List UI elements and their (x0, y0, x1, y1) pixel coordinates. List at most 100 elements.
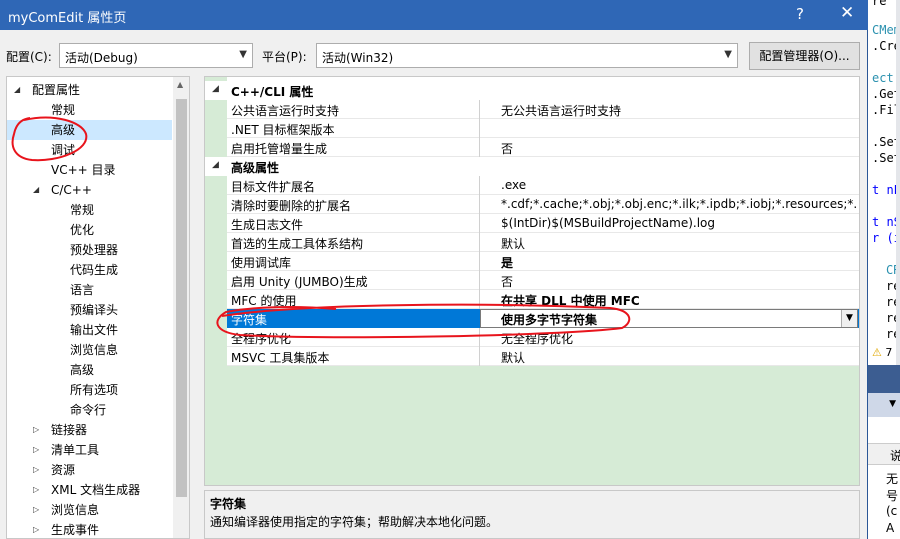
property-row[interactable]: 首选的生成工具体系结构 默认 (227, 233, 859, 252)
tree-item-label: 配置属性 (32, 83, 81, 97)
property-row[interactable]: 字符集 使用多字节字符集 ▼ (227, 309, 859, 328)
tree-item-label: VC++ 目录 (51, 163, 116, 177)
tree-item[interactable]: 高级 (7, 120, 172, 140)
help-button[interactable]: ? (796, 5, 804, 23)
tree-item[interactable]: 语言 (7, 280, 173, 300)
platform-select[interactable]: 活动(Win32) ▼ (316, 43, 738, 68)
tree-item[interactable]: ▷ XML 文档生成器 (7, 480, 173, 500)
tree-item-label: 代码生成 (70, 263, 119, 277)
output-column-header: 说 (868, 443, 900, 465)
tree-item[interactable]: ◢ C/C++ (7, 180, 173, 200)
editor-scrollbar[interactable] (896, 0, 900, 365)
tree-item-label: 链接器 (51, 423, 88, 437)
tree-item[interactable]: 预编译头 (7, 300, 173, 320)
property-name: 清除时要删除的扩展名 (231, 199, 352, 213)
collapse-arrow-icon[interactable]: ◢ (212, 160, 219, 170)
property-value: 默认 (501, 237, 526, 251)
tree-item-label: XML 文档生成器 (51, 483, 141, 497)
property-value: 否 (501, 142, 514, 156)
platform-label: 平台(P): (262, 50, 307, 64)
tree-item[interactable]: VC++ 目录 (7, 160, 173, 180)
property-name: .NET 目标框架版本 (231, 123, 335, 137)
tree-item[interactable]: ◢ 配置属性 (7, 80, 173, 100)
property-row[interactable]: 公共语言运行时支持 无公共语言运行时支持 (227, 100, 859, 119)
tree-item[interactable]: 高级 (7, 360, 173, 380)
property-row[interactable]: 启用托管增量生成 否 (227, 138, 859, 157)
column-separator (479, 347, 480, 366)
property-row[interactable]: 启用 Unity (JUMBO)生成 否 (227, 271, 859, 290)
config-select[interactable]: 活动(Debug) ▼ (59, 43, 253, 68)
column-separator (479, 138, 480, 157)
chevron-down-icon[interactable]: ▼ (841, 310, 857, 327)
tree-item[interactable]: ▷ 浏览信息 (7, 500, 173, 520)
tree-item[interactable]: 所有选项 (7, 380, 173, 400)
tree-item-label: 清单工具 (51, 443, 100, 457)
settings-tree: ◢ 配置属性 常规 高级 调试 VC++ 目录 ◢ C/C++ 常规 优化 预处理器 代码生成 语言 预编… (6, 76, 190, 539)
property-name: 目标文件扩展名 (231, 180, 316, 194)
scroll-up-icon[interactable]: ▲ (177, 80, 183, 89)
output-source-combo[interactable]: ▼ (868, 393, 900, 417)
expanded-arrow-icon[interactable]: ◢ (33, 180, 39, 200)
property-row[interactable]: 清除时要删除的扩展名 *.cdf;*.cache;*.obj;*.obj.enc;… (227, 195, 859, 214)
property-category[interactable]: ◢ 高级属性 (205, 157, 859, 176)
tree-item[interactable]: 预处理器 (7, 240, 173, 260)
tree-item[interactable]: ▷ 生成事件 (7, 520, 173, 538)
collapsed-arrow-icon[interactable]: ▷ (33, 520, 39, 538)
tree-item[interactable]: 输出文件 (7, 320, 173, 340)
collapsed-arrow-icon[interactable]: ▷ (33, 440, 39, 460)
column-separator (479, 195, 480, 214)
property-row[interactable]: 全程序优化 无全程序优化 (227, 328, 859, 347)
property-name: MFC 的使用 (231, 294, 297, 308)
tree-item[interactable]: 常规 (7, 200, 173, 220)
tree-item[interactable]: 优化 (7, 220, 173, 240)
property-name: 启用托管增量生成 (231, 142, 328, 156)
output-panel-titlebar (868, 365, 900, 393)
tree-item[interactable]: ▷ 链接器 (7, 420, 173, 440)
warning-indicator[interactable]: ⚠ 7 (872, 346, 892, 359)
config-select-value: 活动(Debug) (65, 51, 138, 65)
tree-scrollbar[interactable]: ▲ (173, 77, 189, 538)
property-row[interactable]: 生成日志文件 $(IntDir)$(MSBuildProjectName).log (227, 214, 859, 233)
grid-gutter (205, 77, 227, 485)
property-value: .exe (501, 178, 527, 192)
tree-item[interactable]: 命令行 (7, 400, 173, 420)
property-name: 全程序优化 (231, 332, 292, 346)
configuration-manager-button[interactable]: 配置管理器(O)... (749, 42, 860, 70)
tree-item[interactable]: 调试 (7, 140, 173, 160)
title-bar: myComEdit 属性页 ? ✕ (0, 0, 868, 30)
property-row[interactable]: 使用调试库 是 (227, 252, 859, 271)
collapsed-arrow-icon[interactable]: ▷ (33, 420, 39, 440)
code-line: re (872, 0, 887, 8)
output-line: A (886, 521, 895, 535)
property-row[interactable]: 目标文件扩展名 .exe (227, 176, 859, 195)
property-row[interactable]: MFC 的使用 在共享 DLL 中使用 MFC (227, 290, 859, 309)
category-name: 高级属性 (231, 161, 280, 175)
background-code-editor: re CMem .Cre ect .Get .Fil .Set .Set t nL t nS r (… (868, 0, 900, 539)
output-line: 无 (886, 472, 899, 486)
collapsed-arrow-icon[interactable]: ▷ (33, 500, 39, 520)
property-value-select[interactable]: 使用多字节字符集 ▼ (480, 309, 858, 328)
property-row[interactable]: .NET 目标框架版本 (227, 119, 859, 138)
tree-item[interactable]: ▷ 清单工具 (7, 440, 173, 460)
scroll-thumb[interactable] (176, 99, 187, 497)
window-title: myComEdit 属性页 (8, 11, 127, 26)
tree-item[interactable]: 常规 (7, 100, 173, 120)
collapsed-arrow-icon[interactable]: ▷ (33, 480, 39, 500)
close-button[interactable]: ✕ (840, 3, 854, 23)
collapse-arrow-icon[interactable]: ◢ (212, 84, 219, 94)
property-category[interactable]: ◢ C++/CLI 属性 (205, 81, 859, 100)
property-pages-dialog: myComEdit 属性页 ? ✕ 配置(C): 活动(Debug) ▼ 平台(… (0, 0, 868, 539)
column-separator (479, 271, 480, 290)
property-row[interactable]: MSVC 工具集版本 默认 (227, 347, 859, 366)
tree-item[interactable]: 代码生成 (7, 260, 173, 280)
tree-item-label: 所有选项 (70, 383, 119, 397)
tree-item-label: 优化 (70, 223, 95, 237)
tree-item[interactable]: 浏览信息 (7, 340, 173, 360)
collapsed-arrow-icon[interactable]: ▷ (33, 460, 39, 480)
tree-item-label: 语言 (70, 283, 95, 297)
tree-item[interactable]: ▷ 资源 (7, 460, 173, 480)
property-value: 无全程序优化 (501, 332, 574, 346)
expanded-arrow-icon[interactable]: ◢ (14, 80, 20, 100)
property-value: $(IntDir)$(MSBuildProjectName).log (501, 216, 716, 230)
property-value: 无公共语言运行时支持 (501, 104, 622, 118)
